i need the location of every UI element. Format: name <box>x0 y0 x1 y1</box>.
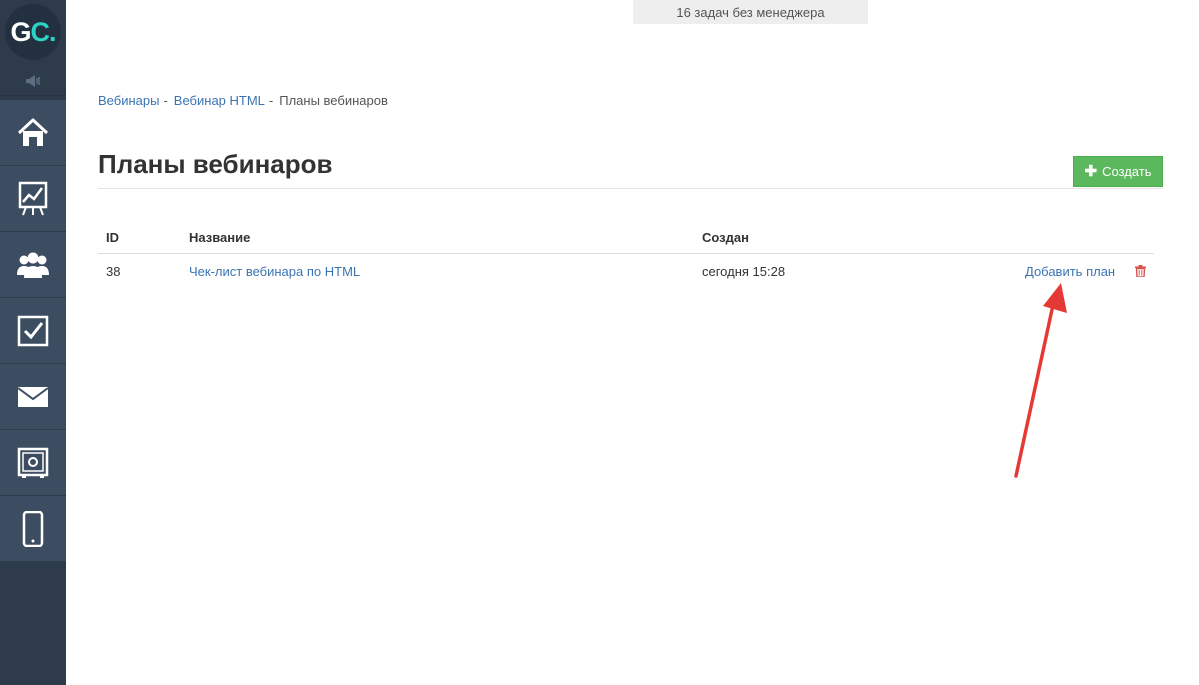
row-created: сегодня 15:28 <box>702 263 786 279</box>
unassigned-tasks-text: 16 задач без менеджера <box>676 4 825 20</box>
header-name: Название <box>189 230 251 245</box>
page-title: Планы вебинаров <box>98 149 333 179</box>
users-icon <box>17 252 49 278</box>
mail-icon <box>17 386 49 407</box>
trash-icon <box>1135 265 1146 277</box>
breadcrumb-separator: - <box>163 93 168 108</box>
breadcrumb-webinar-html[interactable]: Вебинар HTML <box>174 93 265 108</box>
plus-icon: ✚ <box>1084 163 1098 180</box>
chart-icon <box>18 181 48 215</box>
safe-icon <box>17 447 49 478</box>
breadcrumb-webinars[interactable]: Вебинары <box>98 93 159 108</box>
title-divider <box>98 188 1163 189</box>
header-created: Создан <box>702 230 749 245</box>
sidebar-item-mobile[interactable] <box>0 496 66 562</box>
delete-button[interactable] <box>1135 254 1146 288</box>
breadcrumb-current: Планы вебинаров <box>279 93 388 108</box>
sidebar-item-safe[interactable] <box>0 430 66 496</box>
breadcrumb-separator: - <box>268 93 274 108</box>
sidebar: G C. <box>0 0 66 685</box>
table-header: ID Название Создан <box>98 222 1154 254</box>
logo-letter-g: G <box>10 16 31 47</box>
unassigned-tasks-counter[interactable]: 16 задач без менеджера <box>633 0 868 24</box>
sidebar-item-reports[interactable] <box>0 166 66 232</box>
webinar-plans-table: ID Название Создан 38 Чек-лист вебинара … <box>98 222 1154 288</box>
row-id: 38 <box>106 263 121 279</box>
create-button-label: Создать <box>1102 164 1152 179</box>
sidebar-nav <box>0 100 66 562</box>
logo-letter-c: C. <box>30 16 57 47</box>
checkbox-icon <box>17 315 49 346</box>
breadcrumb: Вебинары - Вебинар HTML - Планы вебинаро… <box>98 93 388 108</box>
sidebar-item-mail[interactable] <box>0 364 66 430</box>
table-row: 38 Чек-лист вебинара по HTML сегодня 15:… <box>98 254 1154 288</box>
row-name-link[interactable]: Чек-лист вебинара по HTML <box>189 264 360 279</box>
sidebar-item-home[interactable] <box>0 100 66 166</box>
sidebar-item-users[interactable] <box>0 232 66 298</box>
sidebar-item-tasks[interactable] <box>0 298 66 364</box>
mobile-icon <box>22 510 44 547</box>
home-icon <box>17 118 49 146</box>
add-plan-link[interactable]: Добавить план <box>1025 264 1115 279</box>
create-button[interactable]: ✚ Создать <box>1073 156 1163 187</box>
logo-badge: G C. <box>5 4 61 60</box>
header-id: ID <box>106 230 119 245</box>
logo[interactable]: G C. <box>0 0 66 64</box>
speaker-icon[interactable] <box>0 66 66 96</box>
